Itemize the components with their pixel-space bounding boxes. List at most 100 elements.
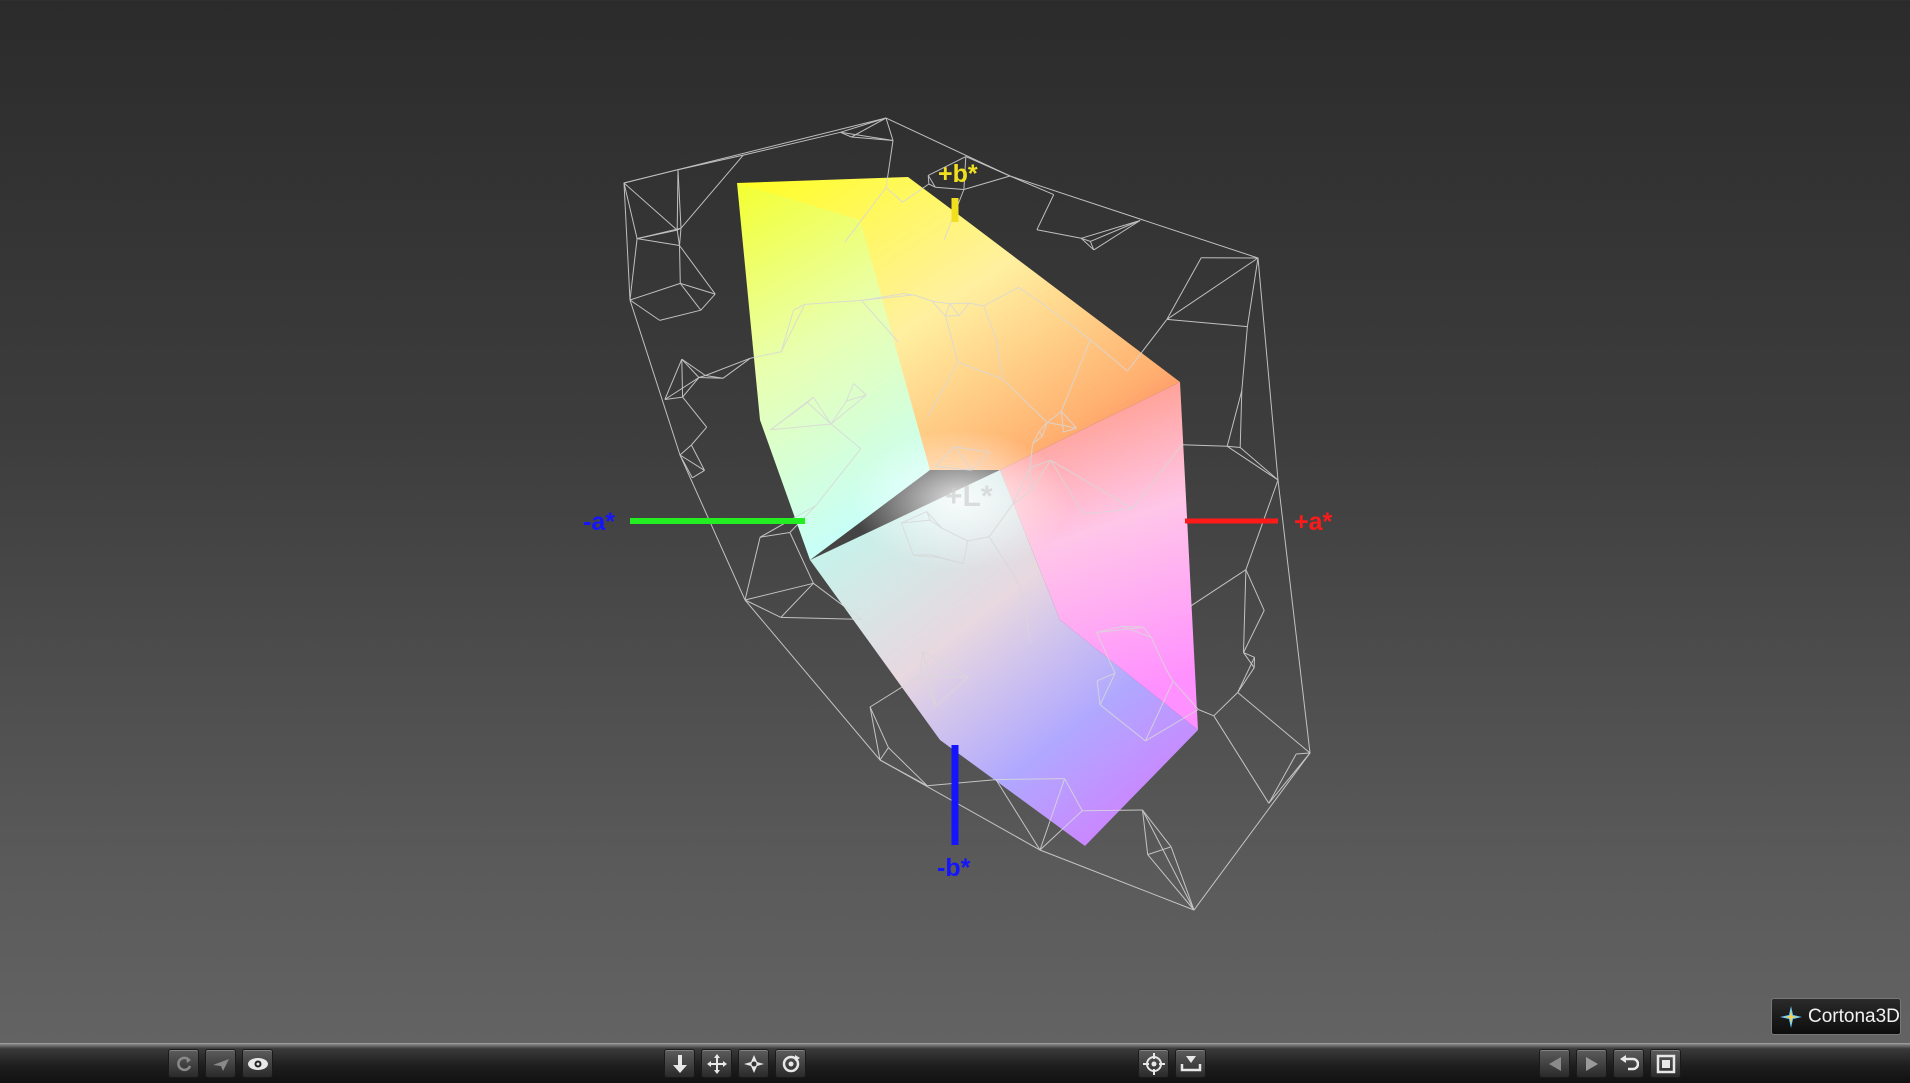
- wireframe-edge: [1238, 693, 1310, 754]
- wireframe-edge: [781, 583, 814, 617]
- wireframe-edge: [781, 617, 862, 619]
- ground-icon[interactable]: [1175, 1049, 1206, 1078]
- wireframe-edge: [745, 600, 781, 617]
- minus-a-label: -a*: [583, 508, 615, 536]
- plus-b-label: +b*: [938, 160, 978, 188]
- wireframe-edge: [1182, 445, 1227, 447]
- wireframe-edge: [1167, 258, 1201, 320]
- wireframe-edge: [1094, 221, 1140, 250]
- wireframe-edge: [1143, 810, 1172, 847]
- wireframe-edge: [677, 230, 679, 245]
- wireframe-edge: [880, 760, 927, 786]
- wireframe-edge: [745, 537, 760, 600]
- wireframe-edge: [1269, 753, 1310, 803]
- wireframe-edge: [1214, 716, 1269, 804]
- wireframe-edge: [927, 780, 996, 786]
- target-icon[interactable]: [1138, 1049, 1169, 1078]
- wireframe-edge: [1244, 610, 1265, 652]
- wireframe-edge: [1242, 327, 1248, 391]
- gamut-scene: +b* -b* -a* +a* +L*: [0, 0, 1910, 1043]
- minus-b-label: -b*: [937, 854, 971, 882]
- wireframe-edge: [630, 300, 660, 320]
- wireframe-edge: [682, 359, 706, 375]
- restore-icon[interactable]: [1613, 1049, 1644, 1078]
- wireframe-edge: [1244, 570, 1246, 653]
- wireframe-edge: [637, 239, 679, 246]
- wireframe-edge: [928, 175, 929, 184]
- wireframe-edge: [682, 359, 699, 377]
- wireframe-edge: [1167, 258, 1258, 319]
- wireframe-edge: [691, 427, 706, 445]
- wireframe-edge: [1037, 195, 1054, 230]
- wireframe-edge: [1082, 810, 1142, 811]
- wireframe-edge: [1143, 810, 1195, 910]
- wireframe-edge: [680, 283, 701, 310]
- wireframe-edge: [840, 132, 893, 140]
- wireframe-edge: [677, 170, 678, 230]
- wireframe-edge: [1143, 810, 1148, 855]
- wireframe-edge: [945, 316, 959, 317]
- wireframe-edge: [678, 155, 743, 170]
- wireframe-edge: [683, 378, 699, 398]
- 3d-viewport[interactable]: +b* -b* -a* +a* +L*: [0, 0, 1910, 1043]
- plus-l-label: +L*: [945, 480, 993, 513]
- wireframe-edge: [1167, 319, 1248, 326]
- fly-icon[interactable]: [205, 1049, 236, 1078]
- wireframe-edge: [682, 359, 683, 397]
- rotate-icon[interactable]: [775, 1049, 806, 1078]
- next-viewpoint-icon[interactable]: [1576, 1049, 1607, 1078]
- wireframe-edge: [1240, 391, 1242, 448]
- wireframe-edge: [630, 239, 637, 300]
- wireframe-edge: [680, 246, 716, 295]
- wireframe-edge: [1238, 657, 1255, 692]
- wireframe-edge: [1190, 570, 1246, 607]
- wireframe-edge: [683, 397, 707, 427]
- logo-text: Cortona3D: [1808, 1006, 1900, 1028]
- wireframe-edge: [678, 170, 681, 229]
- pan-icon[interactable]: [701, 1049, 732, 1078]
- wireframe-edge: [886, 118, 893, 141]
- cortona3d-logo: Cortona3D: [1771, 998, 1901, 1035]
- wireframe-edge: [1148, 847, 1171, 855]
- wireframe-edge: [1227, 446, 1278, 480]
- wireframe-edge: [1214, 693, 1238, 716]
- wireframe-edge: [1010, 176, 1054, 195]
- wireframe-edge: [624, 183, 677, 230]
- wireframe-edge: [1247, 258, 1258, 327]
- plus-a-label: +a*: [1294, 508, 1333, 536]
- wireframe-edge: [1037, 230, 1081, 239]
- move-down-icon[interactable]: [664, 1049, 695, 1078]
- wireframe-edge: [870, 707, 888, 748]
- walk-icon[interactable]: [738, 1049, 769, 1078]
- wireframe-edge: [1148, 855, 1194, 910]
- wireframe-edge: [660, 310, 701, 320]
- wireframe-edge: [888, 748, 927, 786]
- wireframe-edge: [680, 246, 681, 284]
- wireframe-edge: [630, 283, 680, 300]
- eye-icon[interactable]: [242, 1049, 273, 1078]
- wireframe-edge: [705, 358, 750, 375]
- cortona-star-icon: [1778, 1004, 1804, 1030]
- wireframe-edge: [680, 283, 715, 294]
- refresh-icon[interactable]: [168, 1049, 199, 1078]
- wireframe-edge: [680, 228, 682, 245]
- wireframe-edge: [1198, 710, 1214, 716]
- wireframe-edge: [1171, 847, 1194, 910]
- navigation-toolbar: [0, 1043, 1910, 1083]
- prev-viewpoint-icon[interactable]: [1539, 1049, 1570, 1078]
- wireframe-edge: [1238, 668, 1255, 693]
- wireframe-edge: [745, 583, 813, 600]
- wireframe-edge: [701, 294, 715, 310]
- wireframe-edge: [637, 228, 681, 238]
- wireframe-edge: [1246, 570, 1264, 611]
- wireframe-edge: [723, 358, 750, 378]
- wireframe-edge: [743, 132, 840, 155]
- fit-icon[interactable]: [1650, 1049, 1681, 1078]
- wireframe-edge: [1296, 753, 1310, 754]
- wireframe-edge: [870, 707, 880, 760]
- wireframe-edge: [1227, 391, 1242, 447]
- wireframe-edge: [1269, 754, 1296, 803]
- wireframe-edge: [680, 445, 691, 455]
- wireframe-edge: [624, 170, 678, 183]
- wireframe-edge: [1240, 448, 1278, 481]
